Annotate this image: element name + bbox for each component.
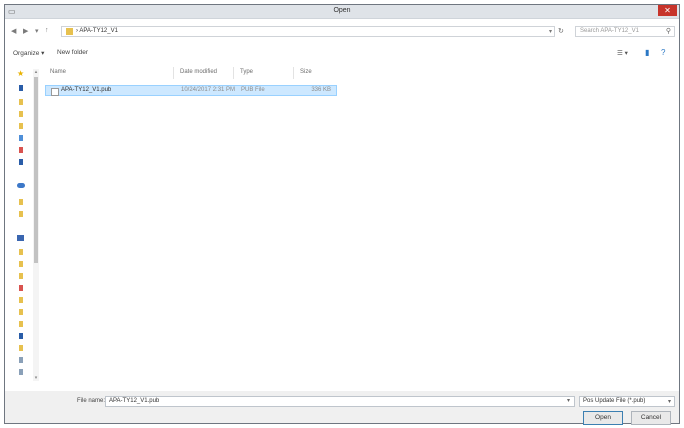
column-header: Name Date modified Type Size — [45, 67, 675, 79]
navigation-bar: ◀ ▶ ▾ ↑ › APA-TY12_V1 ▾ ↻ Search APA-TY1… — [5, 23, 679, 39]
search-input[interactable]: Search APA-TY12_V1 ⚲ — [575, 26, 675, 37]
navigation-scrollbar[interactable]: ▴ ▾ — [33, 69, 39, 381]
view-options-icon[interactable]: ☰ ▾ — [617, 49, 628, 57]
window-title: Open — [333, 7, 351, 14]
file-type: PUB File — [241, 87, 265, 93]
column-divider[interactable] — [293, 67, 294, 79]
help-icon[interactable]: ? — [661, 48, 665, 57]
column-name[interactable]: Name — [50, 69, 66, 75]
folder-icon[interactable] — [19, 309, 23, 315]
up-button[interactable]: ↑ — [45, 27, 49, 34]
close-button[interactable]: ✕ — [658, 5, 677, 16]
new-folder-button[interactable]: New folder — [57, 49, 88, 56]
dialog-footer: File name: APA-TY12_V1.pub ▾ Pos Update … — [5, 391, 679, 425]
folder-icon[interactable] — [19, 123, 23, 129]
file-size: 336 KB — [311, 87, 331, 93]
folder-icon[interactable] — [19, 199, 23, 205]
network-icon[interactable] — [19, 357, 23, 363]
chevron-down-icon: ▾ — [667, 399, 671, 405]
network-icon[interactable] — [19, 369, 23, 375]
folder-icon[interactable] — [19, 261, 23, 267]
title-bar: ▭ Open ✕ — [5, 5, 679, 19]
folder-icon[interactable] — [19, 321, 23, 327]
address-path: › APA-TY12_V1 — [76, 28, 118, 34]
folder-icon[interactable] — [19, 345, 23, 351]
address-bar[interactable]: › APA-TY12_V1 ▾ — [61, 26, 555, 37]
column-type[interactable]: Type — [240, 69, 253, 75]
search-placeholder: Search APA-TY12_V1 — [580, 28, 639, 34]
folder-icon[interactable] — [19, 285, 23, 291]
desktop-icon[interactable] — [19, 85, 23, 91]
open-button[interactable]: Open — [583, 411, 623, 425]
drive-icon[interactable] — [19, 333, 23, 339]
homegroup-icon[interactable] — [17, 235, 24, 241]
column-divider[interactable] — [173, 67, 174, 79]
downloads-icon[interactable] — [19, 135, 23, 141]
forward-button[interactable]: ▶ — [23, 27, 28, 35]
scrollbar-thumb[interactable] — [34, 77, 38, 263]
scroll-down-icon[interactable]: ▾ — [33, 375, 39, 381]
chevron-down-icon[interactable]: ▾ — [567, 397, 570, 404]
organize-button[interactable]: Organize ▾ — [13, 49, 44, 57]
file-date-modified: 10/24/2017 2:31 PM — [181, 87, 236, 93]
search-icon: ⚲ — [665, 28, 671, 35]
open-dialog: ▭ Open ✕ ◀ ▶ ▾ ↑ › APA-TY12_V1 ▾ ↻ Searc… — [4, 4, 680, 425]
chevron-down-icon[interactable]: ▾ — [549, 28, 552, 35]
recent-icon[interactable] — [19, 147, 23, 153]
file-icon — [51, 88, 59, 96]
back-button[interactable]: ◀ — [11, 27, 16, 35]
column-date-modified[interactable]: Date modified — [180, 69, 217, 75]
file-type-select[interactable]: Pos Update File (*.pub) ▾ — [579, 396, 675, 407]
folder-icon[interactable] — [19, 297, 23, 303]
command-toolbar: Organize ▾ New folder ☰ ▾ ▮ ? — [5, 47, 679, 61]
column-size[interactable]: Size — [300, 69, 312, 75]
onedrive-icon[interactable] — [17, 183, 25, 188]
refresh-icon[interactable]: ↻ — [558, 27, 564, 35]
folder-icon[interactable] — [19, 273, 23, 279]
favorites-star-icon[interactable]: ★ — [17, 69, 24, 78]
file-name-input[interactable]: APA-TY12_V1.pub — [105, 396, 575, 407]
folder-icon[interactable] — [19, 249, 23, 255]
library-icon[interactable] — [19, 159, 23, 165]
column-divider[interactable] — [233, 67, 234, 79]
file-row[interactable]: APA-TY12_V1.pub 10/24/2017 2:31 PM PUB F… — [45, 85, 337, 96]
folder-icon[interactable] — [19, 111, 23, 117]
cancel-button[interactable]: Cancel — [631, 411, 671, 425]
recent-locations-button[interactable]: ▾ — [35, 27, 39, 35]
close-icon: ✕ — [664, 6, 671, 15]
folder-icon — [66, 28, 73, 35]
file-name-label: File name: — [77, 398, 106, 404]
folder-icon[interactable] — [19, 99, 23, 105]
file-name: APA-TY12_V1.pub — [61, 87, 112, 93]
file-type-value: Pos Update File (*.pub) — [583, 398, 646, 404]
folder-icon[interactable] — [19, 211, 23, 217]
scroll-up-icon[interactable]: ▴ — [33, 69, 39, 75]
preview-pane-icon[interactable]: ▮ — [645, 48, 649, 57]
